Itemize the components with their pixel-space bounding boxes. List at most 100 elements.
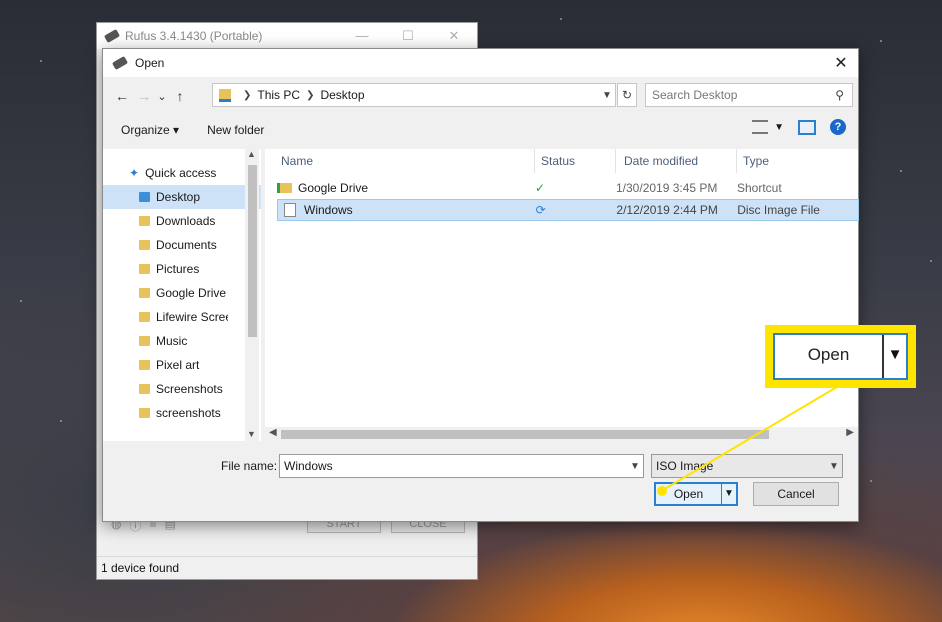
sidebar-item-label: Documents bbox=[156, 238, 217, 252]
star-icon: ✦ bbox=[129, 166, 140, 180]
file-name: Google Drive bbox=[298, 181, 369, 195]
sidebar-item-desktop[interactable]: Desktop 📌 bbox=[103, 185, 261, 209]
chevron-down-icon: ▼ bbox=[829, 460, 839, 472]
rufus-title: Rufus 3.4.1430 (Portable) bbox=[125, 29, 263, 43]
rufus-titlebar: Rufus 3.4.1430 (Portable) — ☐ ✕ bbox=[97, 23, 477, 49]
navigation-bar: ← → ⌄ ↑ ❯ This PC ❯ Desktop ▼ ↻ Search D… bbox=[103, 83, 858, 109]
new-folder-button[interactable]: New folder bbox=[207, 123, 264, 137]
scroll-right-icon[interactable]: ▶ bbox=[846, 427, 854, 438]
filelist-scrollbar[interactable]: ◀ ▶ bbox=[265, 427, 858, 441]
status-bar: 1 device found bbox=[97, 556, 477, 579]
help-icon[interactable]: ? bbox=[830, 119, 846, 135]
file-type: Disc Image File bbox=[737, 203, 820, 217]
open-button[interactable]: Open ▼ bbox=[654, 482, 738, 506]
folder-icon bbox=[139, 360, 150, 370]
file-type-select[interactable]: ISO Image ▼ bbox=[651, 454, 843, 478]
rufus-close-button[interactable]: ✕ bbox=[431, 28, 477, 44]
sidebar-item-label: Google Drive bbox=[156, 286, 227, 300]
recent-locations-button[interactable]: ⌄ bbox=[155, 90, 169, 103]
sidebar-item-label: Screenshots bbox=[156, 382, 223, 396]
pictures-folder-icon bbox=[139, 264, 150, 274]
address-bar[interactable]: ❯ This PC ❯ Desktop ▼ bbox=[212, 83, 616, 107]
check-circle-icon: ✓ bbox=[535, 181, 546, 195]
shortcut-folder-icon bbox=[277, 183, 292, 193]
file-type: Shortcut bbox=[737, 181, 782, 195]
sidebar-item-lifewire[interactable]: Lifewire Scree 📌 bbox=[103, 305, 261, 329]
download-folder-icon bbox=[139, 216, 150, 226]
callout-open-button: Open ▼ bbox=[773, 333, 908, 380]
forward-button[interactable]: → bbox=[133, 88, 155, 104]
file-type-value: ISO Image bbox=[656, 459, 714, 473]
callout-open-label: Open bbox=[807, 345, 850, 364]
scroll-thumb[interactable] bbox=[248, 165, 257, 337]
chevron-right-icon: ❯ bbox=[243, 89, 252, 101]
breadcrumb-desktop[interactable]: Desktop bbox=[320, 88, 364, 102]
scroll-left-icon[interactable]: ◀ bbox=[269, 427, 277, 438]
sync-icon: ⟳ bbox=[535, 203, 546, 217]
sidebar-item-screenshots-2[interactable]: screenshots bbox=[103, 401, 261, 425]
folder-icon bbox=[139, 192, 150, 202]
chevron-down-icon[interactable]: ▼ bbox=[599, 90, 615, 101]
quick-access-item[interactable]: ✦ Quick access bbox=[103, 161, 261, 185]
dialog-title: Open bbox=[135, 56, 165, 70]
file-row[interactable]: Windows ⟳ 2/12/2019 2:44 PM Disc Image F… bbox=[277, 199, 859, 221]
folder-icon bbox=[219, 88, 231, 102]
open-dropdown-arrow-icon[interactable]: ▼ bbox=[721, 484, 736, 504]
sidebar-item-label: Pictures bbox=[156, 262, 200, 276]
cancel-button[interactable]: Cancel bbox=[753, 482, 839, 506]
chevron-down-icon[interactable]: ▼ bbox=[627, 461, 643, 472]
scroll-up-icon[interactable]: ▲ bbox=[247, 149, 256, 159]
folder-icon bbox=[139, 312, 150, 322]
view-details-icon bbox=[752, 120, 769, 134]
usb-drive-icon bbox=[111, 56, 129, 70]
folder-icon bbox=[139, 384, 150, 394]
chevron-down-icon: ▼ bbox=[774, 121, 784, 133]
file-name: Windows bbox=[304, 203, 353, 217]
search-placeholder: Search Desktop bbox=[652, 88, 738, 102]
scroll-down-icon[interactable]: ▼ bbox=[247, 429, 256, 439]
back-button[interactable]: ← bbox=[111, 88, 133, 104]
preview-pane-icon[interactable] bbox=[798, 119, 816, 135]
callout-dropdown-arrow-icon: ▼ bbox=[882, 335, 906, 378]
sidebar-item-pixel-art[interactable]: Pixel art bbox=[103, 353, 261, 377]
search-icon: ⚲ bbox=[835, 88, 844, 102]
column-header-date[interactable]: Date modified bbox=[616, 149, 737, 173]
google-drive-folder-icon bbox=[139, 288, 150, 298]
column-header-status[interactable]: Status bbox=[535, 149, 616, 173]
sidebar-item-label: Pixel art bbox=[156, 358, 200, 372]
up-button[interactable]: ↑ bbox=[169, 88, 191, 104]
column-headers: Name Status Date modified Type bbox=[265, 149, 858, 173]
minimize-button[interactable]: — bbox=[339, 28, 385, 44]
sidebar-item-downloads[interactable]: Downloads 📌 bbox=[103, 209, 261, 233]
file-name-value: Windows bbox=[284, 459, 333, 473]
navpane-scrollbar[interactable]: ▲ ▼ bbox=[245, 149, 259, 441]
breadcrumb-this-pc[interactable]: This PC bbox=[257, 88, 300, 102]
dialog-close-button[interactable]: ✕ bbox=[824, 53, 858, 73]
sidebar-item-pictures[interactable]: Pictures 📌 bbox=[103, 257, 261, 281]
file-name-input[interactable]: Windows ▼ bbox=[279, 454, 644, 478]
navigation-pane: ✦ Quick access Desktop 📌 Downloads 📌 Doc… bbox=[103, 149, 261, 441]
scroll-thumb[interactable] bbox=[281, 430, 769, 439]
organize-button[interactable]: Organize ▾ bbox=[121, 123, 179, 137]
sidebar-item-screenshots[interactable]: Screenshots bbox=[103, 377, 261, 401]
file-date: 2/12/2019 2:44 PM bbox=[616, 203, 718, 217]
sidebar-item-documents[interactable]: Documents 📌 bbox=[103, 233, 261, 257]
sidebar-item-music[interactable]: Music bbox=[103, 329, 261, 353]
search-input[interactable]: Search Desktop ⚲ bbox=[645, 83, 853, 107]
sidebar-item-label: Lifewire Scree bbox=[156, 310, 228, 324]
file-row[interactable]: Google Drive ✓ 1/30/2019 3:45 PM Shortcu… bbox=[277, 177, 859, 199]
sidebar-item-google-drive[interactable]: Google Drive 📌 bbox=[103, 281, 261, 305]
command-toolbar: Organize ▾ New folder ▼ ? bbox=[103, 119, 858, 141]
column-header-type[interactable]: Type bbox=[737, 149, 858, 173]
status-text: 1 device found bbox=[101, 561, 180, 575]
file-date: 1/30/2019 3:45 PM bbox=[616, 181, 718, 195]
sidebar-item-label: Music bbox=[156, 334, 188, 348]
open-button-callout: Open ▼ bbox=[765, 325, 916, 388]
column-header-name[interactable]: Name bbox=[265, 149, 535, 173]
refresh-button[interactable]: ↻ bbox=[617, 83, 637, 107]
sidebar-item-label: Desktop bbox=[156, 190, 201, 204]
maximize-button[interactable]: ☐ bbox=[385, 28, 431, 44]
music-folder-icon bbox=[139, 336, 150, 346]
change-view-button[interactable]: ▼ bbox=[752, 120, 784, 134]
file-name-label: File name: bbox=[221, 459, 278, 473]
